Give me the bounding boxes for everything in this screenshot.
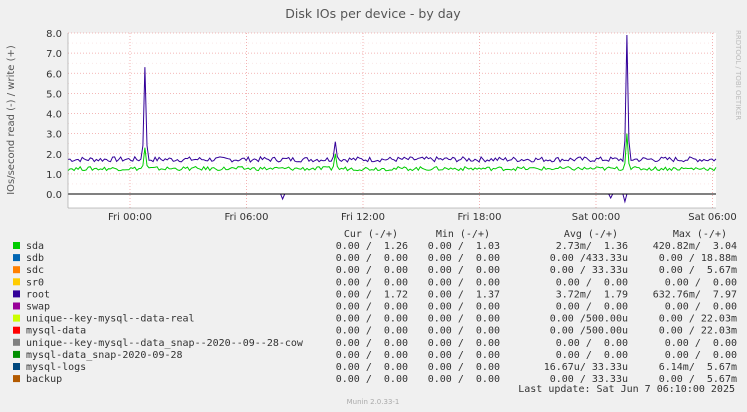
legend-cur: 0.00 / 0.00 xyxy=(336,374,408,385)
legend-max: 6.14m/ 5.67m xyxy=(659,362,737,373)
legend-cur: 0.00 / 0.00 xyxy=(336,338,408,349)
legend-swatch xyxy=(13,326,20,334)
x-tick-label: Fri 06:00 xyxy=(225,212,269,223)
y-tick-label: 6.0 xyxy=(46,69,62,80)
legend-max: 0.00 / 0.00 xyxy=(665,277,737,288)
last-update: Last update: Sat Jun 7 06:10:00 2025 xyxy=(518,384,735,395)
legend-max: 0.00 / 0.00 xyxy=(665,302,737,313)
legend-swatch xyxy=(13,314,20,322)
legend-cur: 0.00 / 0.00 xyxy=(336,265,408,276)
legend-name: backup xyxy=(26,374,62,385)
chart-title: Disk IOs per device - by day xyxy=(285,6,461,21)
legend-avg: 0.00 / 0.00 xyxy=(556,277,628,288)
legend-avg: 0.00 / 0.00 xyxy=(556,338,628,349)
legend-avg: 2.73m/ 1.36 xyxy=(556,241,628,252)
legend-name: unique--key-mysql--data-real xyxy=(26,314,195,325)
y-axis-label: IOs/second read (-) / write (+) xyxy=(6,45,17,195)
legend-name: sdc xyxy=(26,265,44,276)
legend-avg: 0.00 / 0.00 xyxy=(556,350,628,361)
footer-version: Munin 2.0.33-1 xyxy=(347,398,400,406)
plot-area xyxy=(68,33,716,208)
legend-swatch xyxy=(13,338,20,346)
legend-name: unique--key-mysql--data_snap--2020--09--… xyxy=(26,338,304,349)
legend-cur: 0.00 / 0.00 xyxy=(336,314,408,325)
legend-name: sr0 xyxy=(26,277,44,288)
legend-min: 0.00 / 0.00 xyxy=(428,362,500,373)
legend-min: 0.00 / 0.00 xyxy=(428,253,500,264)
legend-max: 420.82m/ 3.04 xyxy=(653,241,737,252)
legend-min: 0.00 / 1.37 xyxy=(428,289,500,300)
legend-swatch xyxy=(13,278,20,286)
y-tick-label: 5.0 xyxy=(46,89,62,100)
legend-name: mysql-data xyxy=(26,326,86,337)
legend-min: 0.00 / 1.03 xyxy=(428,241,500,252)
legend-avg: 0.00 /500.00u xyxy=(550,326,628,337)
legend-min: 0.00 / 0.00 xyxy=(428,338,500,349)
legend-cur: 0.00 / 0.00 xyxy=(336,302,408,313)
x-tick-label: Sat 06:00 xyxy=(688,212,736,223)
y-tick-label: 3.0 xyxy=(46,130,62,141)
legend-name: root xyxy=(26,289,50,300)
legend-header-cur: Cur (-/+) xyxy=(344,229,398,240)
legend-max: 0.00 / 22.03m xyxy=(659,314,737,325)
legend-swatch xyxy=(13,350,20,358)
legend-avg: 16.67u/ 33.33u xyxy=(544,362,628,373)
legend-cur: 0.00 / 0.00 xyxy=(336,350,408,361)
y-tick-label: 4.0 xyxy=(46,110,62,121)
legend-min: 0.00 / 0.00 xyxy=(428,326,500,337)
legend-cur: 0.00 / 0.00 xyxy=(336,362,408,373)
legend-name: mysql-logs xyxy=(26,362,86,373)
x-tick-label: Fri 12:00 xyxy=(341,212,385,223)
legend-header-min: Min (-/+) xyxy=(436,229,490,240)
legend-name: sda xyxy=(26,241,44,252)
legend-min: 0.00 / 0.00 xyxy=(428,350,500,361)
legend-min: 0.00 / 0.00 xyxy=(428,374,500,385)
legend-name: mysql-data_snap-2020-09-28 xyxy=(26,350,183,361)
disk-io-chart: Disk IOs per device - by day IOs/second … xyxy=(0,0,747,412)
y-tick-label: 0.0 xyxy=(46,190,62,201)
legend-header-max: Max (-/+) xyxy=(673,229,727,240)
legend-swatch xyxy=(13,266,20,274)
y-tick-label: 7.0 xyxy=(46,49,62,60)
legend-cur: 0.00 / 0.00 xyxy=(336,326,408,337)
legend-cur: 0.00 / 0.00 xyxy=(336,253,408,264)
y-tick-label: 8.0 xyxy=(46,29,62,40)
legend-avg: 3.72m/ 1.79 xyxy=(556,289,628,300)
legend-cur: 0.00 / 0.00 xyxy=(336,277,408,288)
legend-name: sdb xyxy=(26,253,44,264)
legend-avg: 0.00 /500.00u xyxy=(550,314,628,325)
legend-swatch xyxy=(13,363,20,370)
legend-avg: 0.00 / 33.33u xyxy=(550,265,628,276)
y-tick-labels: 8.0 7.0 6.0 5.0 4.0 3.0 2.0 1.0 0.0 xyxy=(46,29,62,201)
legend-min: 0.00 / 0.00 xyxy=(428,314,500,325)
legend-max: 0.00 / 22.03m xyxy=(659,326,737,337)
legend-swatch xyxy=(13,375,20,383)
legend-min: 0.00 / 0.00 xyxy=(428,302,500,313)
legend-max: 0.00 / 0.00 xyxy=(665,338,737,349)
legend-max: 632.76m/ 7.97 xyxy=(653,289,737,300)
x-tick-label: Fri 18:00 xyxy=(458,212,502,223)
legend-swatch xyxy=(13,302,20,310)
legend-max: 0.00 / 18.88m xyxy=(659,253,737,264)
legend-max: 0.00 / 5.67m xyxy=(659,265,737,276)
x-tick-label: Fri 00:00 xyxy=(108,212,152,223)
y-tick-label: 1.0 xyxy=(46,170,62,181)
legend-max: 0.00 / 0.00 xyxy=(665,350,737,361)
legend-swatch xyxy=(13,242,20,249)
legend-cur: 0.00 / 1.72 xyxy=(336,289,408,300)
legend-avg: 0.00 /433.33u xyxy=(550,253,628,264)
legend-min: 0.00 / 0.00 xyxy=(428,277,500,288)
legend-min: 0.00 / 0.00 xyxy=(428,265,500,276)
legend-name: swap xyxy=(26,302,50,313)
legend-cur: 0.00 / 1.26 xyxy=(336,241,408,252)
legend-swatch xyxy=(13,290,20,298)
legend-swatch xyxy=(13,254,20,262)
x-tick-label: Sat 00:00 xyxy=(572,212,620,223)
legend-header-avg: Avg (-/+) xyxy=(564,229,618,240)
side-watermark: RRDTOOL / TOBI OETIKER xyxy=(734,30,742,120)
y-tick-label: 2.0 xyxy=(46,150,62,161)
legend-avg: 0.00 / 0.00 xyxy=(556,302,628,313)
